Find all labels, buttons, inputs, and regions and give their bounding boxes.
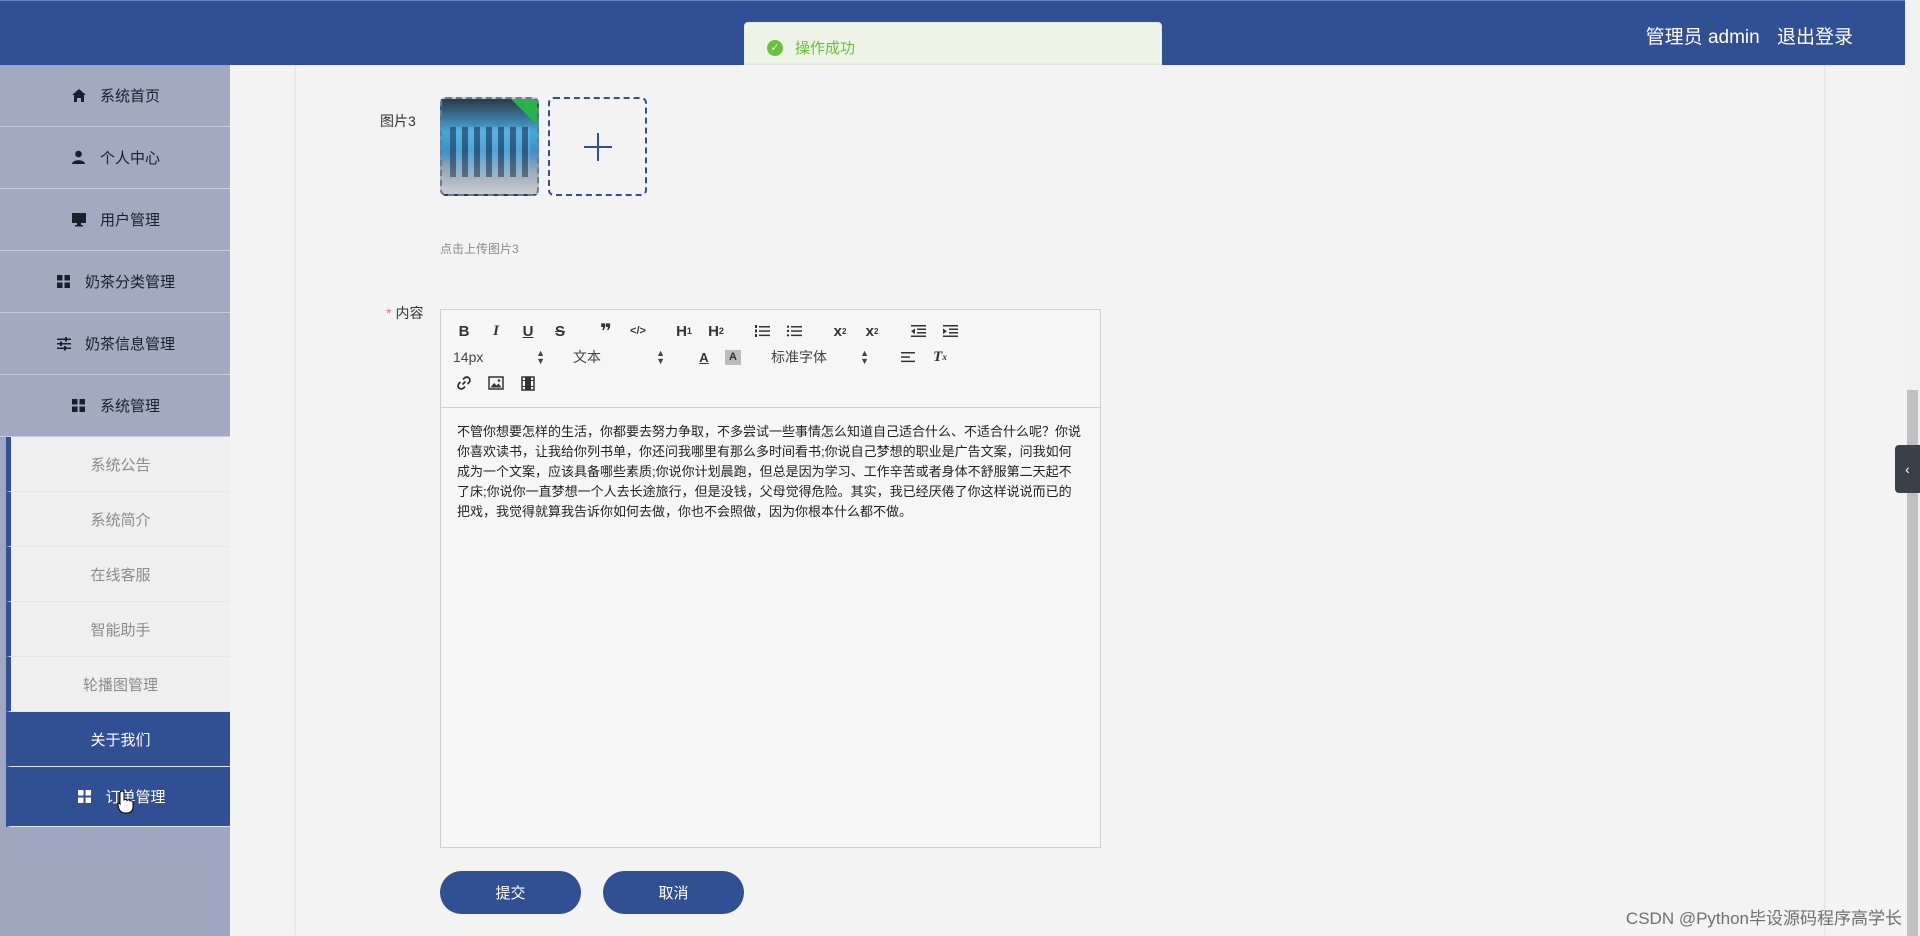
code-icon[interactable]: </>: [627, 320, 649, 342]
editor-content-area[interactable]: 不管你想要怎样的生活，你都要去努力争取，不多尝试一些事情怎么知道自己适合什么、不…: [441, 408, 1100, 536]
upload-image-button[interactable]: [548, 97, 647, 196]
sidebar-item-system[interactable]: 系统管理: [0, 375, 230, 437]
content-label-text: 内容: [395, 305, 424, 321]
required-mark: *: [386, 305, 392, 321]
grid-icon: [70, 398, 88, 413]
monitor-icon: [70, 212, 88, 227]
home-icon: [70, 88, 88, 103]
h1-icon[interactable]: H1: [673, 320, 695, 342]
uploaded-image-thumbnail[interactable]: [440, 97, 539, 196]
select-arrows-icon: ▲ ▼: [860, 348, 869, 366]
strikethrough-icon[interactable]: S: [549, 320, 571, 342]
editor-toolbar: B I U S ❞ </> H1 H2 x2 x2 14px ▲ ▼ 文本 ▲ …: [441, 310, 1100, 408]
plus-icon: [583, 132, 612, 161]
user-area: 管理员 admin 退出登录: [1634, 22, 1853, 49]
sidebar-item-profile[interactable]: 个人中心: [0, 127, 230, 189]
outdent-icon[interactable]: [907, 320, 929, 342]
toast-message: 操作成功: [795, 40, 856, 57]
sliders-icon: [55, 336, 73, 351]
h2-icon[interactable]: H2: [705, 320, 727, 342]
submit-button[interactable]: 提交: [440, 871, 581, 914]
image3-label: 图片3: [380, 113, 416, 129]
check-circle-icon: ✓: [767, 39, 783, 56]
success-corner-badge: [511, 99, 537, 125]
ordered-list-icon[interactable]: [751, 320, 773, 342]
submenu-item-carousel[interactable]: 轮播图管理: [6, 657, 230, 712]
text-type-select[interactable]: 文本 ▲ ▼: [573, 347, 665, 367]
watermark-text: CSDN @Python毕设源码程序高学长: [1625, 909, 1902, 928]
video-icon[interactable]: [517, 372, 539, 394]
superscript-icon[interactable]: x2: [861, 320, 883, 342]
bullet-list-icon[interactable]: [783, 320, 805, 342]
logout-link[interactable]: 退出登录: [1777, 27, 1853, 48]
select-arrows-icon: ▲ ▼: [656, 348, 665, 366]
grid-icon: [55, 274, 73, 289]
font-family-select[interactable]: 标准字体 ▲ ▼: [771, 347, 869, 367]
submenu-item-notice[interactable]: 系统公告: [6, 437, 230, 492]
sidebar: 系统首页 个人中心 用户管理 奶茶分类管理 奶茶信息管理 系统管理 系统公告 系…: [0, 65, 230, 936]
sidebar-item-users[interactable]: 用户管理: [0, 189, 230, 251]
select-arrows-icon: ▲ ▼: [536, 348, 545, 366]
bold-icon[interactable]: B: [453, 320, 475, 342]
clear-format-icon[interactable]: Tx: [929, 346, 951, 368]
font-family-value: 标准字体: [771, 349, 827, 365]
image-icon[interactable]: [485, 372, 507, 394]
quote-icon[interactable]: ❞: [595, 320, 617, 343]
person-icon: [70, 150, 88, 165]
thumbnail-image-content: [450, 127, 530, 177]
subscript-icon[interactable]: x2: [829, 320, 851, 342]
image3-upload-hint: 点击上传图片3: [440, 242, 519, 256]
text-type-value: 文本: [573, 349, 601, 365]
indent-icon[interactable]: [939, 320, 961, 342]
submenu-item-intro[interactable]: 系统简介: [6, 492, 230, 547]
font-size-value: 14px: [453, 349, 484, 365]
rich-text-editor: B I U S ❞ </> H1 H2 x2 x2 14px ▲ ▼ 文本 ▲ …: [440, 309, 1101, 848]
submenu-item-about[interactable]: 关于我们: [6, 712, 230, 767]
sidebar-item-tea-info[interactable]: 奶茶信息管理: [0, 313, 230, 375]
content-label: * 内容: [386, 303, 423, 323]
sidebar-item-label: 系统管理: [99, 398, 160, 415]
grid-icon: [75, 789, 93, 804]
hand-cursor-icon: [117, 790, 134, 814]
link-icon[interactable]: [453, 372, 475, 394]
underline-icon[interactable]: U: [517, 320, 539, 342]
align-icon[interactable]: [897, 346, 919, 368]
sidebar-item-label: 用户管理: [99, 212, 160, 229]
submenu-item-assistant[interactable]: 智能助手: [6, 602, 230, 657]
sidebar-item-label: 系统首页: [99, 88, 160, 105]
italic-icon[interactable]: I: [485, 320, 507, 342]
background-color-icon[interactable]: A: [725, 349, 741, 365]
sidebar-item-label: 个人中心: [99, 150, 160, 167]
cancel-button[interactable]: 取消: [603, 871, 744, 914]
sidebar-item-label: 奶茶信息管理: [84, 336, 175, 353]
font-color-icon[interactable]: A: [693, 346, 715, 368]
chevron-left-icon[interactable]: ‹: [1895, 445, 1920, 493]
font-size-select[interactable]: 14px ▲ ▼: [453, 348, 545, 366]
sidebar-item-label: 订单管理: [105, 789, 166, 806]
sidebar-item-tea-category[interactable]: 奶茶分类管理: [0, 251, 230, 313]
admin-label: 管理员 admin: [1645, 27, 1760, 48]
sidebar-item-home[interactable]: 系统首页: [0, 65, 230, 127]
submenu-item-service[interactable]: 在线客服: [6, 547, 230, 602]
sidebar-item-label: 奶茶分类管理: [84, 274, 175, 291]
